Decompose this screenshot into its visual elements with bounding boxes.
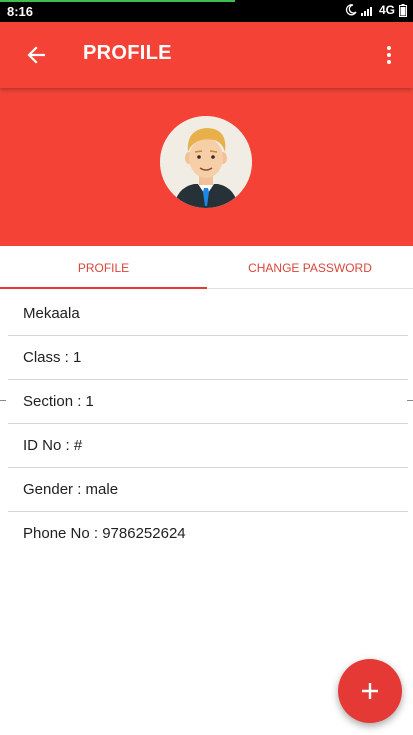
profile-tabs: PROFILE CHANGE PASSWORD	[0, 246, 413, 289]
status-time: 8:16	[7, 4, 34, 19]
tab-indicator	[0, 287, 207, 289]
avatar	[160, 116, 252, 208]
profile-header	[0, 88, 413, 246]
battery-icon	[399, 3, 407, 17]
field-value: Gender : male	[23, 481, 119, 498]
field-value: Class : 1	[23, 349, 82, 366]
moon-icon	[345, 4, 357, 16]
tab-profile[interactable]: PROFILE	[0, 246, 207, 289]
status-progress	[0, 0, 236, 2]
plus-icon	[362, 683, 378, 699]
back-button[interactable]	[22, 41, 50, 69]
status-bar: 8:16 4G	[0, 0, 413, 22]
arrow-back-icon	[27, 46, 45, 64]
field-name: Mekaala	[8, 292, 408, 336]
field-class: Class : 1	[8, 336, 408, 380]
field-value: ID No : #	[23, 437, 83, 454]
signal-icon	[360, 7, 372, 16]
field-id: ID No : #	[8, 424, 408, 468]
user-avatar-icon	[160, 116, 252, 208]
network-label: 4G	[378, 3, 395, 17]
field-value: Section : 1	[23, 393, 94, 410]
app-bar: PROFILE	[0, 22, 413, 88]
field-section: Section : 1	[8, 380, 408, 424]
field-gender: Gender : male	[8, 468, 408, 512]
status-icons: 4G	[345, 3, 407, 17]
profile-details: Mekaala Class : 1 Section : 1 ID No : # …	[0, 292, 413, 556]
more-vert-icon	[387, 46, 391, 50]
field-phone: Phone No : 9786252624	[8, 512, 408, 556]
field-value: Phone No : 9786252624	[23, 525, 186, 542]
page-title: PROFILE	[83, 42, 172, 64]
overflow-menu-button[interactable]	[381, 41, 397, 69]
tab-change-password[interactable]: CHANGE PASSWORD	[207, 246, 413, 289]
edge-marker-right	[407, 400, 413, 401]
add-button[interactable]	[338, 659, 402, 723]
field-value: Mekaala	[23, 305, 80, 322]
